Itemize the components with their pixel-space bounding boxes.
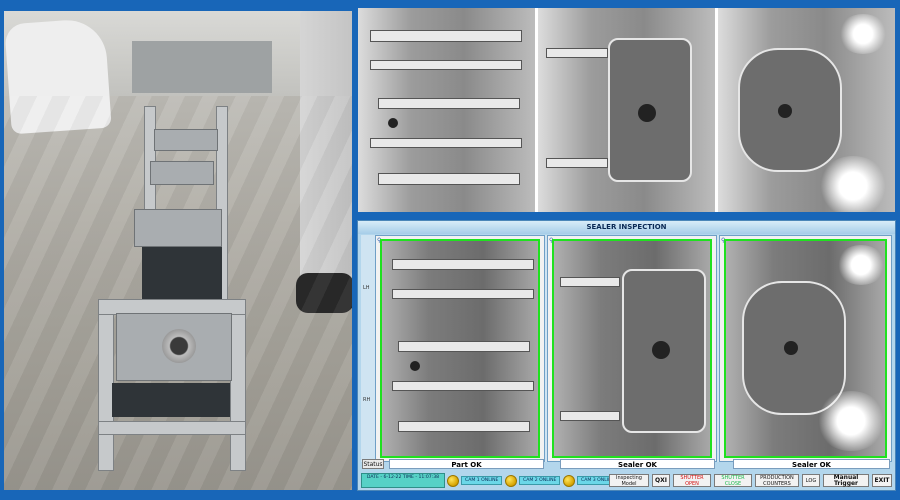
frame-shadow bbox=[112, 383, 230, 417]
camera-panel-1[interactable]: ⚲ bbox=[375, 235, 545, 462]
inspecting-model-button[interactable]: Inspecting Model bbox=[609, 474, 649, 487]
shutter-open-button[interactable]: SHUTTER OPEN bbox=[673, 474, 711, 487]
cam-1-status-indicator-icon bbox=[447, 474, 459, 487]
side-label-rh: RH bbox=[363, 397, 371, 403]
manual-trigger-button[interactable]: Manual Trigger bbox=[823, 474, 869, 487]
camera-panels: LH RH ⚲ ⚲ bbox=[361, 235, 892, 462]
result-camera-2: Sealer OK bbox=[560, 459, 715, 469]
sealer-inspection-window: SEALER INSPECTION LH RH ⚲ ⚲ bbox=[357, 220, 896, 491]
cam-2-status: CAM 2 ONLINE bbox=[505, 474, 561, 487]
log-button[interactable]: LOG bbox=[802, 474, 820, 487]
frame-rail bbox=[230, 299, 246, 471]
status-row: Status Part OK Sealer OK Sealer OK bbox=[361, 459, 892, 469]
app-title: SEALER INSPECTION bbox=[358, 221, 895, 234]
camera-image-1 bbox=[380, 239, 540, 458]
cam-2-status-indicator-icon bbox=[505, 474, 517, 487]
date-time-display: DATE - 6-12-22 TIME - 11:07:38 bbox=[361, 473, 445, 488]
camera-panel-2[interactable]: ⚲ bbox=[547, 235, 717, 462]
bottom-toolbar: DATE - 6-12-22 TIME - 11:07:38 CAM 1 ONL… bbox=[361, 473, 892, 488]
cam-1-status: CAM 1 ONLINE bbox=[447, 474, 503, 487]
production-counters-button[interactable]: PRODUCTION COUNTERS bbox=[755, 474, 799, 487]
cam-2-status-label: CAM 2 ONLINE bbox=[519, 476, 561, 485]
camera-image-2 bbox=[552, 239, 712, 458]
frame-crossbar bbox=[98, 421, 246, 435]
mount-plate bbox=[134, 209, 222, 247]
camera-panel-3[interactable]: ⚲ bbox=[719, 235, 892, 462]
exit-button[interactable]: EXIT bbox=[872, 474, 892, 487]
cam-1-status-label: CAM 1 ONLINE bbox=[461, 476, 503, 485]
result-camera-3: Sealer OK bbox=[733, 459, 890, 469]
mount-plate bbox=[154, 129, 218, 151]
qxi-button[interactable]: QXI bbox=[652, 474, 670, 487]
side-label-lh: LH bbox=[363, 285, 370, 291]
raw-camera-frames bbox=[358, 8, 895, 212]
camera-image-3 bbox=[724, 239, 887, 458]
machine-housing bbox=[132, 41, 272, 93]
cam-3-status-indicator-icon bbox=[563, 474, 575, 487]
result-camera-1: Part OK bbox=[389, 459, 544, 469]
frame-shadow bbox=[142, 247, 222, 299]
raw-frame-3 bbox=[718, 8, 895, 212]
raw-frame-1 bbox=[358, 8, 535, 212]
side-labels: LH RH bbox=[361, 235, 375, 462]
status-button[interactable]: Status bbox=[362, 459, 384, 469]
shutter-close-button[interactable]: SHUTTER CLOSE bbox=[714, 474, 752, 487]
mount-plate bbox=[150, 161, 214, 185]
station-photo bbox=[4, 11, 352, 490]
camera-lens-icon bbox=[162, 329, 196, 363]
raw-frame-2 bbox=[538, 8, 715, 212]
